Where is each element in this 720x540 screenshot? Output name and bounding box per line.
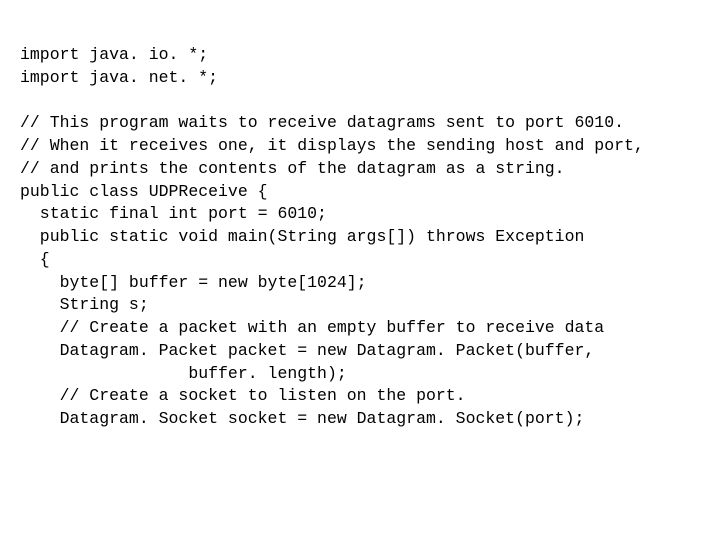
code-block: import java. io. *; import java. net. *;… <box>0 0 720 431</box>
code-line: static final int port = 6010; <box>20 204 327 223</box>
code-line: // Create a socket to listen on the port… <box>20 386 466 405</box>
code-line: // When it receives one, it displays the… <box>20 136 644 155</box>
code-line: Datagram. Socket socket = new Datagram. … <box>20 409 584 428</box>
code-line: // and prints the contents of the datagr… <box>20 159 565 178</box>
code-line: import java. net. *; <box>20 68 218 87</box>
code-line: Datagram. Packet packet = new Datagram. … <box>20 341 594 360</box>
code-line: public static void main(String args[]) t… <box>20 227 584 246</box>
code-line: String s; <box>20 295 149 314</box>
code-line: import java. io. *; <box>20 45 208 64</box>
code-line: byte[] buffer = new byte[1024]; <box>20 273 367 292</box>
code-line: public class UDPReceive { <box>20 182 268 201</box>
code-line: // This program waits to receive datagra… <box>20 113 624 132</box>
code-line: buffer. length); <box>20 364 347 383</box>
code-line: // Create a packet with an empty buffer … <box>20 318 604 337</box>
code-line: { <box>20 250 50 269</box>
